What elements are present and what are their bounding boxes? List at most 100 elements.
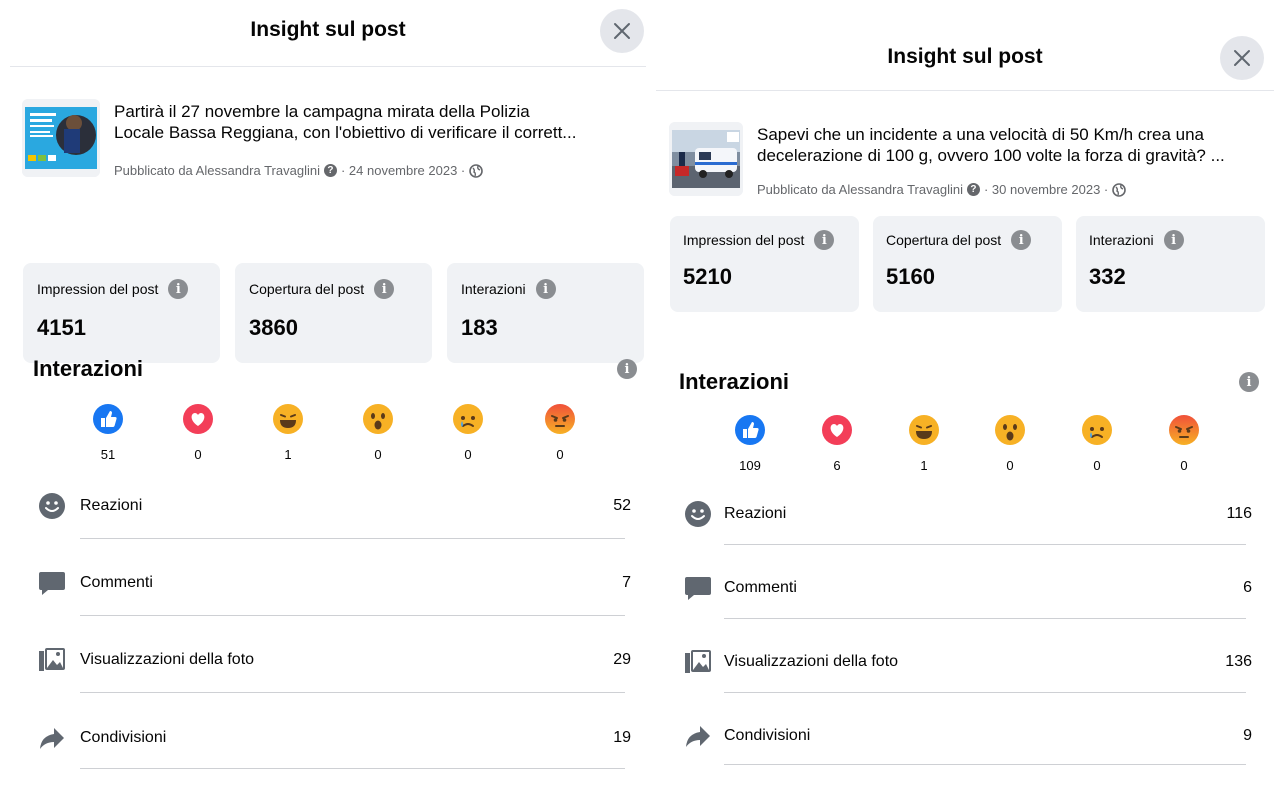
post-date: · 30 novembre 2023 · <box>983 182 1109 197</box>
reaction-haha: 1 <box>263 404 313 462</box>
help-icon[interactable]: ? <box>323 164 337 177</box>
row-label: Visualizzazioni della foto <box>724 653 899 670</box>
row-label: Condivisioni <box>80 729 167 746</box>
info-icon[interactable]: i <box>1163 230 1184 250</box>
stat-row-shares[interactable]: Condivisioni 19 <box>0 724 656 794</box>
wow-icon <box>995 415 1025 445</box>
metric-card-impressions: Impression del post i 5210 <box>670 216 859 312</box>
info-icon[interactable]: i <box>1011 230 1032 250</box>
row-label: Reazioni <box>724 505 787 522</box>
globe-icon <box>1112 182 1127 197</box>
row-value: 52 <box>613 497 631 514</box>
metric-card-impressions: Impression del post i 4151 <box>23 263 220 363</box>
reaction-angry: 0 <box>1159 415 1209 473</box>
sad-icon <box>1082 415 1112 445</box>
post-image <box>669 122 743 196</box>
reaction-sad: 0 <box>443 404 493 462</box>
info-icon[interactable]: i <box>535 279 556 299</box>
reaction-count: 0 <box>194 447 202 462</box>
info-icon[interactable]: i <box>1239 372 1259 392</box>
row-value: 136 <box>1225 653 1252 670</box>
row-label: Reazioni <box>80 497 143 514</box>
like-icon <box>735 415 765 445</box>
row-value: 29 <box>613 651 631 668</box>
reaction-count: 0 <box>1180 458 1188 473</box>
metric-label: Impression del post <box>683 232 805 248</box>
insight-panel-left: Insight sul post Partirà il 27 novembre … <box>0 0 656 795</box>
post-meta: Pubblicato da Alessandra Travaglini ? · … <box>114 163 484 178</box>
love-icon <box>822 415 852 445</box>
stat-row-comments[interactable]: Commenti 6 <box>656 574 1274 644</box>
close-button[interactable] <box>600 9 644 53</box>
metric-value: 183 <box>461 315 498 340</box>
photo-icon <box>39 648 65 671</box>
post-text-line2: Locale Bassa Reggiana, con l'obiettivo d… <box>114 123 577 142</box>
reaction-count: 109 <box>739 458 761 473</box>
info-icon[interactable]: i <box>814 230 835 250</box>
row-value: 9 <box>1243 727 1252 744</box>
love-icon <box>183 404 213 434</box>
row-divider <box>724 544 1246 545</box>
post-image <box>22 99 100 177</box>
wow-icon <box>363 404 393 434</box>
metric-card-interactions: Interazioni i 332 <box>1076 216 1265 312</box>
reaction-count: 1 <box>920 458 928 473</box>
smiley-icon <box>39 493 65 519</box>
row-divider <box>80 692 625 693</box>
reaction-count: 0 <box>374 447 382 462</box>
post-date: · 24 novembre 2023 · <box>340 163 466 178</box>
metric-label: Copertura del post <box>249 281 365 297</box>
post-summary[interactable]: Partirà il 27 novembre la campagna mirat… <box>0 67 656 189</box>
info-icon[interactable]: i <box>374 279 395 299</box>
post-summary[interactable]: Sapevi che un incidente a una velocità d… <box>656 18 1274 197</box>
stat-row-reactions[interactable]: Reazioni 52 <box>0 492 656 562</box>
post-text[interactable]: Partirà il 27 novembre la campagna mirat… <box>114 101 646 143</box>
row-divider <box>724 692 1246 693</box>
reaction-sad: 0 <box>1072 415 1122 473</box>
stat-row-shares[interactable]: Condivisioni 9 <box>656 722 1274 792</box>
reaction-wow: 0 <box>353 404 403 462</box>
section-title: Interazioni <box>679 369 790 394</box>
angry-icon <box>1169 415 1199 445</box>
info-icon[interactable]: i <box>617 359 637 379</box>
dialog-title: Insight sul post <box>250 18 406 41</box>
angry-icon <box>545 404 575 434</box>
stat-row-photo-views[interactable]: Visualizzazioni della foto 136 <box>656 648 1274 718</box>
row-divider <box>80 538 625 539</box>
row-value: 19 <box>613 729 631 746</box>
row-divider <box>724 764 1246 765</box>
info-icon[interactable]: i <box>168 279 189 299</box>
post-meta: Pubblicato da Alessandra Travaglini ? · … <box>757 182 1127 197</box>
reaction-count: 0 <box>556 447 564 462</box>
section-title: Interazioni <box>33 356 144 381</box>
insight-panel-right: Insight sul post Sapevi che un incidente… <box>656 0 1274 795</box>
row-value: 116 <box>1226 505 1252 522</box>
stat-row-photo-views[interactable]: Visualizzazioni della foto 29 <box>0 646 656 716</box>
sad-icon <box>453 404 483 434</box>
metric-value: 5210 <box>683 264 732 289</box>
like-icon <box>93 404 123 434</box>
reaction-count: 0 <box>464 447 472 462</box>
reaction-angry: 0 <box>535 404 585 462</box>
row-value: 7 <box>622 574 631 591</box>
reaction-haha: 1 <box>899 415 949 473</box>
metric-value: 5160 <box>886 264 935 289</box>
published-by: Pubblicato da Alessandra Travaglini <box>757 182 963 197</box>
metric-card-reach: Copertura del post i 3860 <box>235 263 432 363</box>
help-icon[interactable]: ? <box>966 183 980 196</box>
metric-card-interactions: Interazioni i 183 <box>447 263 644 363</box>
stat-row-comments[interactable]: Commenti 7 <box>0 569 656 639</box>
row-value: 6 <box>1243 579 1252 596</box>
metric-value: 4151 <box>37 315 86 340</box>
row-label: Commenti <box>724 579 797 596</box>
metrics-cards: Impression del post i 4151 Copertura del … <box>0 189 656 363</box>
close-icon <box>614 23 630 39</box>
stat-row-reactions[interactable]: Reazioni 116 <box>656 500 1274 570</box>
post-text[interactable]: Sapevi che un incidente a una velocità d… <box>757 124 1264 166</box>
row-divider <box>80 615 625 616</box>
post-thumbnail[interactable] <box>22 99 100 177</box>
comment-icon <box>685 577 711 600</box>
metric-label: Copertura del post <box>886 232 1002 248</box>
post-thumbnail[interactable] <box>669 122 743 196</box>
reaction-count: 1 <box>284 447 292 462</box>
